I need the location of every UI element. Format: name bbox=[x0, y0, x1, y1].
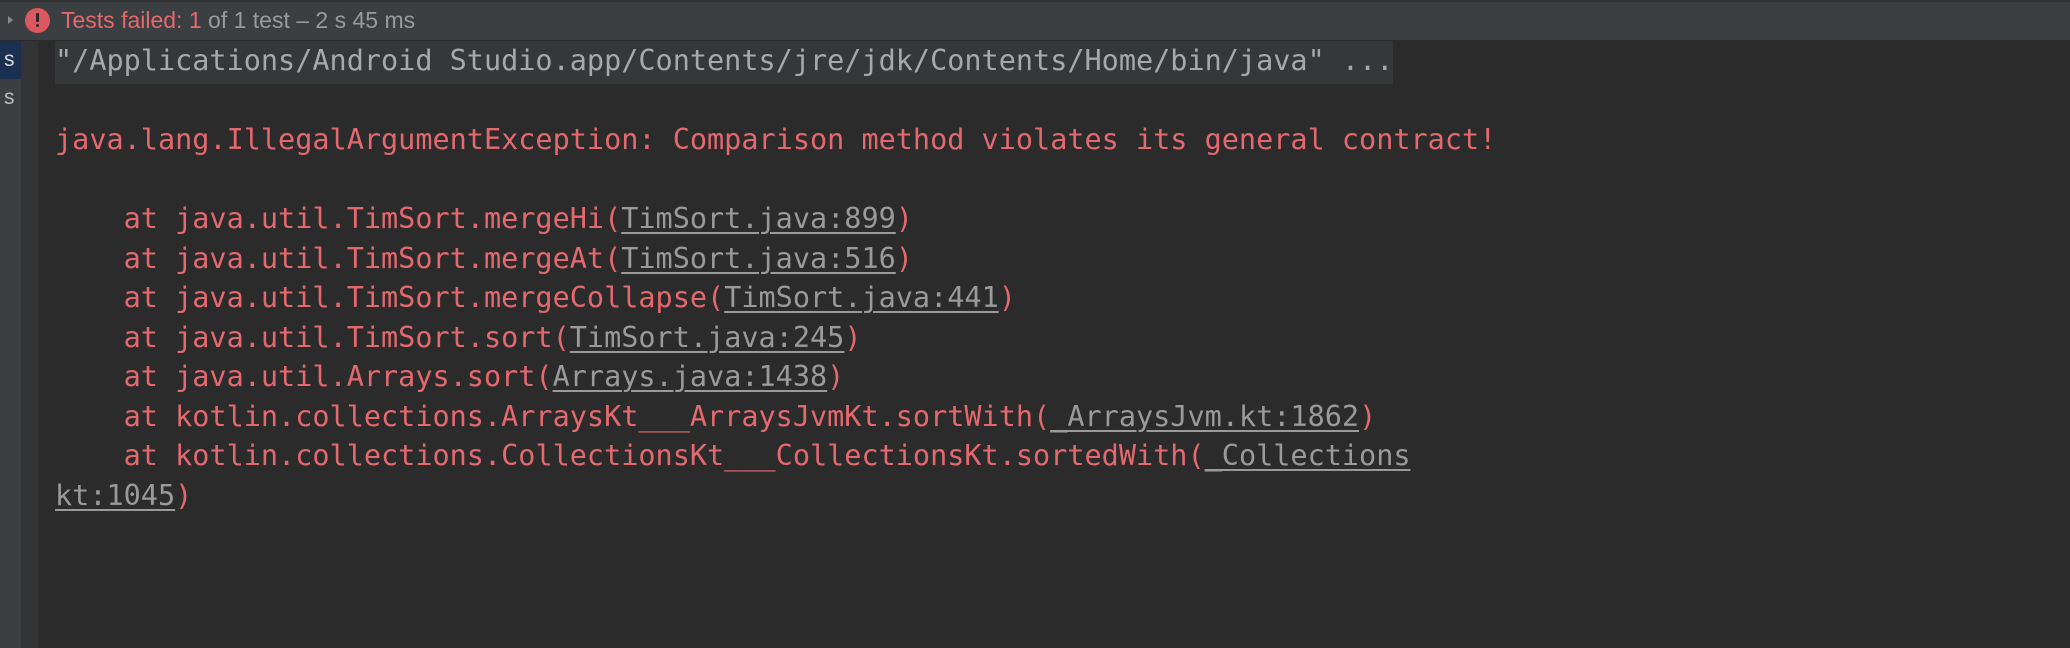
console-line-text: at java.util.TimSort.mergeCollapse( bbox=[55, 281, 725, 314]
console-line-text: at java.util.TimSort.sort( bbox=[55, 320, 570, 354]
console-line-text bbox=[55, 84, 72, 117]
console-line-text: ) bbox=[895, 202, 913, 235]
console-gutter bbox=[21, 41, 38, 648]
tests-duration-label: – 2 s 45 ms bbox=[296, 6, 416, 33]
console-line bbox=[38, 160, 2070, 200]
console-line-text bbox=[55, 163, 72, 196]
console-line-text: at java.util.Arrays.sort( bbox=[55, 360, 553, 393]
console-line-text: at java.util.TimSort.mergeHi( bbox=[55, 202, 622, 235]
stack-frame-link[interactable]: TimSort.java:441 bbox=[724, 281, 999, 314]
console-line-text: at kotlin.collections.ArraysKt___ArraysJ… bbox=[55, 399, 1051, 433]
console-line-text: ) bbox=[827, 360, 845, 393]
stack-frame-link[interactable]: kt:1045 bbox=[55, 479, 175, 512]
stack-frame-link[interactable]: TimSort.java:245 bbox=[570, 321, 845, 354]
console-line bbox=[38, 81, 2070, 121]
console-line: at java.util.TimSort.sort(TimSort.java:2… bbox=[38, 318, 2070, 358]
tests-total-label: of 1 test bbox=[201, 6, 297, 33]
tests-failed-label: Tests failed: bbox=[61, 6, 189, 33]
console-line: "/Applications/Android Studio.app/Conten… bbox=[38, 41, 2070, 84]
console-line: at java.util.TimSort.mergeHi(TimSort.jav… bbox=[38, 199, 2070, 239]
test-tree-row[interactable]: s bbox=[0, 79, 21, 117]
tests-failed-count: 1 bbox=[188, 6, 202, 33]
stack-frame-link[interactable]: TimSort.java:516 bbox=[621, 242, 896, 275]
console-line-text: at java.util.TimSort.mergeAt( bbox=[55, 241, 622, 275]
console-line: at kotlin.collections.ArraysKt___ArraysJ… bbox=[38, 397, 2070, 437]
console-line: at java.util.Arrays.sort(Arrays.java:143… bbox=[38, 357, 2070, 397]
test-tree-panel[interactable]: s s bbox=[0, 41, 21, 648]
stack-frame-link[interactable]: _Collections bbox=[1205, 439, 1411, 472]
topbar-divider bbox=[0, 0, 2070, 2]
console-line: java.lang.IllegalArgumentException: Comp… bbox=[38, 120, 2070, 160]
console-line: at java.util.TimSort.mergeCollapse(TimSo… bbox=[38, 278, 2070, 318]
console-line-text: at kotlin.collections.CollectionsKt___Co… bbox=[55, 439, 1205, 472]
console-line-text: ) bbox=[175, 478, 193, 512]
collapse-triangle-icon[interactable] bbox=[0, 0, 22, 41]
command-line-text: "/Applications/Android Studio.app/Conten… bbox=[55, 41, 1394, 84]
test-runner-console: Tests failed: 1 of 1 test – 2 s 45 ms s … bbox=[0, 0, 2070, 648]
error-circle-icon bbox=[25, 7, 50, 33]
console-output[interactable]: "/Applications/Android Studio.app/Conten… bbox=[21, 41, 2070, 648]
console-line-text: ) bbox=[998, 281, 1016, 314]
console-line-text: ) bbox=[1359, 399, 1377, 433]
stack-frame-link[interactable]: _ArraysJvm.kt:1862 bbox=[1050, 400, 1359, 433]
console-line: kt:1045) bbox=[38, 476, 2070, 516]
test-status-text: Tests failed: 1 of 1 test – 2 s 45 ms bbox=[61, 0, 415, 41]
test-status-bar: Tests failed: 1 of 1 test – 2 s 45 ms bbox=[0, 0, 2070, 41]
console-line-text: java.lang.IllegalArgumentException: Comp… bbox=[55, 123, 1497, 156]
console-line-text: ) bbox=[844, 320, 862, 354]
test-tree-row-selected[interactable]: s bbox=[0, 41, 21, 79]
console-line-text: ) bbox=[895, 241, 913, 275]
console-line: at java.util.TimSort.mergeAt(TimSort.jav… bbox=[38, 239, 2070, 279]
console-line: at kotlin.collections.CollectionsKt___Co… bbox=[38, 436, 2070, 476]
stack-frame-link[interactable]: Arrays.java:1438 bbox=[553, 360, 828, 393]
stack-frame-link[interactable]: TimSort.java:899 bbox=[621, 202, 896, 235]
console-lines: "/Applications/Android Studio.app/Conten… bbox=[38, 41, 2070, 648]
